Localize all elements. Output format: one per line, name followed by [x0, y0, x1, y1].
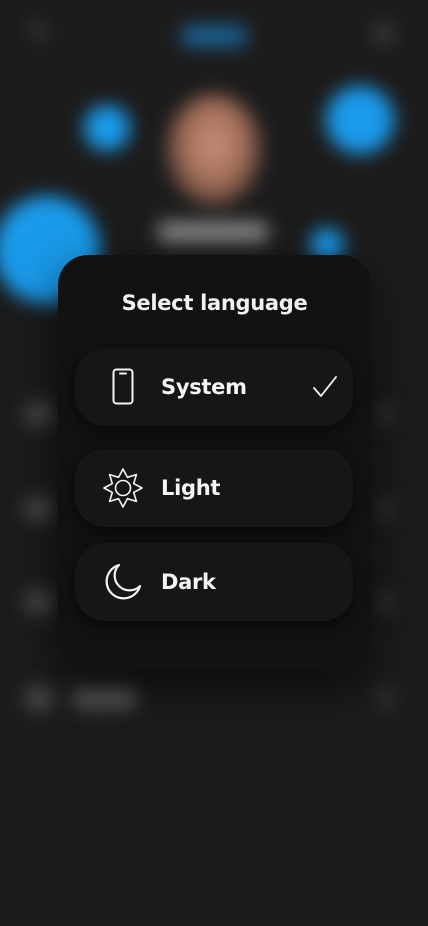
- option-label: System: [161, 375, 247, 399]
- avatar: [166, 94, 262, 206]
- header-title-blurred: [182, 26, 246, 46]
- edit-icon: ✎: [28, 18, 50, 48]
- smartphone-icon: [112, 368, 134, 405]
- checkmark-icon: [313, 376, 337, 397]
- modal-title: Select language: [121, 291, 308, 315]
- sun-icon: [103, 468, 143, 508]
- profile-name-blurred: [158, 222, 268, 242]
- option-dark[interactable]: Dark: [75, 543, 353, 621]
- option-system[interactable]: System: [75, 348, 353, 426]
- select-language-modal: Select language System Light Dark: [58, 255, 371, 670]
- decor-bubble: [84, 105, 130, 151]
- settings-row-blurred: [22, 684, 402, 712]
- decor-bubble: [326, 86, 394, 154]
- option-label: Dark: [161, 570, 216, 594]
- moon-icon: [105, 563, 142, 600]
- option-label: Light: [161, 476, 221, 500]
- option-light[interactable]: Light: [75, 449, 353, 527]
- settings-icon: ⚙: [372, 20, 396, 50]
